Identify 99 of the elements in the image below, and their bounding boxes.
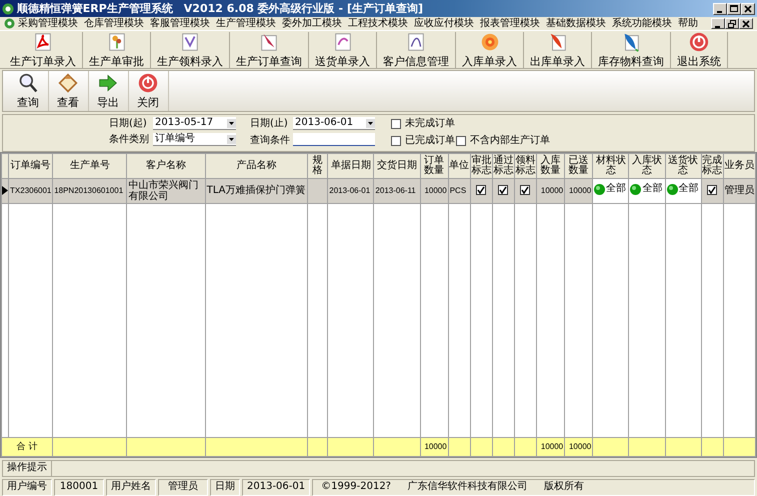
dropdown-field[interactable]: 订单编号 (153, 133, 236, 146)
menu-item[interactable]: 工程技术模块 (345, 17, 411, 30)
toolbar-button[interactable]: 生产订单录入 (4, 32, 83, 68)
column-header[interactable]: 单位 (448, 154, 470, 178)
dropdown-field[interactable]: 2013-05-17 (153, 117, 236, 130)
checkbox[interactable] (476, 184, 486, 194)
dropdown-field[interactable]: 2013-06-01 (293, 117, 375, 130)
action-button[interactable]: 查看 (48, 71, 88, 111)
column-header[interactable]: 规格 (308, 154, 328, 178)
column-header[interactable]: 产品名称 (205, 154, 308, 178)
status-label: 日期 (210, 479, 240, 496)
checkbox[interactable]: 不含内部生产订单 (456, 135, 550, 147)
table-cell: PCS (450, 186, 466, 195)
toolbar-button[interactable]: 入库单录入 (456, 32, 524, 68)
column-header[interactable]: 送货状态 (665, 154, 702, 178)
column-header[interactable]: 客户名称 (126, 154, 206, 178)
window-title: 顺德精恒弹簧ERP生产管理系统 V2012 6.08 委外高级行业版 - [生产订单查询] (16, 2, 424, 16)
power-icon (136, 73, 160, 94)
column-header[interactable]: 业务员 (723, 154, 756, 178)
column-header[interactable]: 交货日期 (374, 154, 420, 178)
document-icon (405, 32, 427, 52)
menu-item[interactable]: 仓库管理模块 (81, 17, 147, 30)
checkbox[interactable]: 未完成订单 (391, 118, 455, 130)
menu-item[interactable]: 系统功能模块 (609, 17, 675, 30)
table-cell: 10000 (540, 186, 564, 195)
totals-label: 合 计 (16, 442, 38, 452)
table-cell: 中山市荣兴阀门有限公司 (128, 180, 198, 202)
total-cell: 10000 (568, 442, 592, 451)
pdf-icon (32, 32, 54, 52)
app-icon (2, 2, 14, 14)
field-label: 条件类别 (109, 134, 149, 146)
column-header[interactable]: 单据日期 (328, 154, 374, 178)
table-cell: 管理员 (724, 185, 754, 196)
menu-item[interactable]: 采购管理模块 (15, 17, 81, 30)
column-header[interactable]: 订单编号 (8, 154, 53, 178)
copyright-text: ©1999-2012? (321, 481, 391, 494)
toolbar-button[interactable]: 出库单录入 (524, 32, 592, 68)
column-header[interactable]: 生产单号 (52, 154, 127, 178)
status-label: 用户姓名 (106, 479, 156, 496)
caret-icon (227, 134, 236, 144)
status-value: 180001 (54, 479, 104, 496)
table-cell: TLA万难插保护门弹簧 (206, 185, 306, 196)
field-label: 查询条件 (250, 135, 290, 147)
copyright-text: 广东信华软件科技有限公司 (408, 481, 528, 494)
checkbox[interactable] (707, 184, 718, 194)
status-dot-icon (666, 184, 678, 195)
checkbox[interactable]: 已完成订单 (391, 135, 455, 147)
status-value: 管理员 (158, 479, 208, 496)
clipboard-icon (56, 73, 80, 94)
document-icon (179, 32, 201, 52)
total-cell: 10000 (540, 442, 564, 451)
column-header[interactable]: 材料状态 (592, 154, 629, 178)
table-cell: 18PN20130601001 (54, 186, 124, 195)
query-field[interactable] (293, 133, 375, 146)
column-header[interactable]: 领料标志 (514, 154, 537, 178)
toolbar-button[interactable]: 库存物料查询 (592, 32, 671, 68)
status-text: 全部 (642, 183, 662, 196)
status-value: 2013-06-01 (242, 479, 310, 496)
field-label: 日期(起) (109, 118, 147, 130)
table-cell: 2013-06-01 (329, 186, 370, 195)
action-button[interactable]: 导出 (88, 71, 128, 111)
column-header[interactable]: 已送数量 (564, 154, 593, 178)
menu-item[interactable]: 报表管理模块 (477, 17, 543, 30)
table-cell: 10000 (424, 186, 447, 195)
status-text: 全部 (678, 183, 699, 196)
hint-label: 操作提示 (2, 460, 52, 477)
power-icon (688, 32, 710, 52)
toolbar-button[interactable]: 客户信息管理 (377, 32, 456, 68)
menu-item[interactable]: 帮助 (675, 17, 701, 30)
table-cell: 10000 (568, 186, 592, 195)
document-icon (258, 32, 280, 52)
table-cell: TX2306001 (10, 186, 52, 195)
status-dot-icon (630, 184, 642, 195)
action-button[interactable]: 关闭 (128, 71, 168, 111)
menu-item[interactable]: 基础数据模块 (543, 17, 609, 30)
action-button[interactable]: 查询 (8, 71, 48, 111)
toolbar-button[interactable]: 生产领料录入 (151, 32, 230, 68)
total-cell: 10000 (424, 442, 447, 451)
field-label: 日期(止) (250, 118, 288, 130)
row-pointer-icon (2, 186, 8, 195)
menu-item[interactable]: 委外加工模块 (279, 17, 345, 30)
toolbar-button[interactable]: 生产单审批 (83, 32, 151, 68)
caret-icon (366, 118, 375, 128)
toolbar-button[interactable]: 退出系统 (671, 32, 728, 68)
checkbox[interactable] (498, 184, 508, 194)
menu-item[interactable]: 客服管理模块 (147, 17, 213, 30)
column-header[interactable]: 订单数量 (420, 154, 448, 178)
checkbox[interactable] (520, 184, 530, 194)
toolbar-button[interactable]: 送货单录入 (309, 32, 377, 68)
status-text: 全部 (606, 183, 626, 196)
menu-item[interactable]: 生产管理模块 (213, 17, 279, 30)
menu-item[interactable]: 应收应付模块 (411, 17, 477, 30)
status-dot-icon (594, 184, 606, 195)
caret-icon (227, 118, 236, 128)
toolbar-button[interactable]: 生产订单查询 (230, 32, 309, 68)
table-cell: 2013-06-11 (375, 186, 416, 195)
column-header[interactable]: 通过标志 (492, 154, 514, 178)
copyright-text: 版权所有 (544, 481, 584, 494)
status-label: 用户编号 (2, 479, 52, 496)
